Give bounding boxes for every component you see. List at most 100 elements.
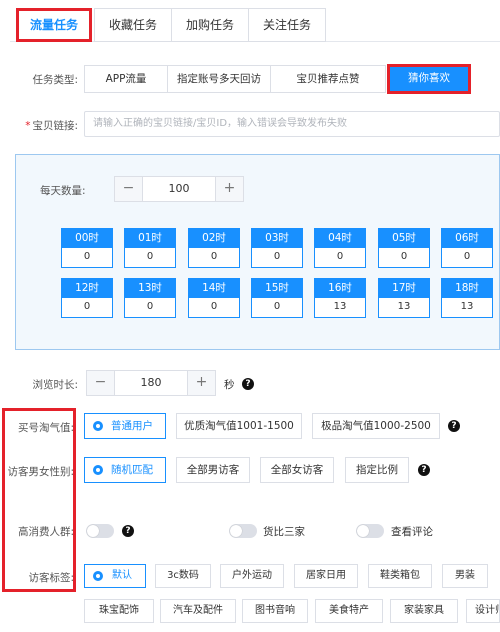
hour-slot[interactable]: 04时 0 — [314, 228, 366, 268]
browse-duration-stepper: − 180 + — [86, 370, 216, 396]
hour-value[interactable]: 0 — [124, 248, 176, 268]
visitor-tags-label: 访客标签: — [28, 572, 74, 584]
hour-slot[interactable]: 05时 0 — [378, 228, 430, 268]
tag-designer[interactable]: 设计师 — [466, 599, 500, 623]
browse-decrement-button[interactable]: − — [87, 371, 115, 395]
hour-slot[interactable]: 13时 0 — [124, 278, 176, 318]
tag-default[interactable]: 默认 — [84, 564, 146, 588]
hour-value[interactable]: 0 — [378, 248, 430, 268]
hour-label: 18时 — [441, 278, 493, 298]
tag-furniture[interactable]: 家装家具 — [390, 599, 458, 623]
tag-shoes-bags[interactable]: 鞋类箱包 — [368, 564, 432, 588]
highlight-box — [2, 408, 76, 592]
hour-slot[interactable]: 03时 0 — [251, 228, 303, 268]
hour-label: 00时 — [61, 228, 113, 248]
hour-value[interactable]: 0 — [61, 248, 113, 268]
hour-value[interactable]: 13 — [378, 298, 430, 318]
required-mark: * — [25, 120, 31, 132]
hour-slot[interactable]: 06时 0 — [441, 228, 493, 268]
taoqi-normal-user[interactable]: 普通用户 — [84, 413, 166, 439]
tab-favorite-task[interactable]: 收藏任务 — [94, 8, 172, 42]
tag-label: 默认 — [112, 570, 132, 581]
taoqi-label: 买号淘气值: — [17, 422, 74, 434]
daily-decrement-button[interactable]: − — [115, 177, 143, 201]
tag-outdoor[interactable]: 户外运动 — [220, 564, 284, 588]
task-tabs: 流量任务 收藏任务 加购任务 关注任务 — [10, 8, 500, 42]
view-comments-toggle[interactable] — [356, 524, 384, 538]
hour-value[interactable]: 13 — [314, 298, 366, 318]
daily-quantity-value[interactable]: 100 — [143, 177, 215, 201]
hour-slot[interactable]: 02时 0 — [188, 228, 240, 268]
tag-jewelry[interactable]: 珠宝配饰 — [84, 599, 154, 623]
hour-slot[interactable]: 12时 0 — [61, 278, 113, 318]
hour-label: 04时 — [314, 228, 366, 248]
task-type-app-traffic[interactable]: APP流量 — [84, 65, 168, 93]
high-consumer-label: 高消费人群: — [17, 526, 74, 538]
hour-label: 13时 — [124, 278, 176, 298]
hour-label: 14时 — [188, 278, 240, 298]
compare-toggle[interactable] — [229, 524, 257, 538]
help-icon[interactable]: ? — [418, 464, 430, 476]
hour-slot[interactable]: 15时 0 — [251, 278, 303, 318]
hour-value[interactable]: 0 — [188, 298, 240, 318]
help-icon[interactable]: ? — [242, 378, 254, 390]
taoqi-quality[interactable]: 优质淘气值1001-1500 — [176, 413, 302, 439]
hour-label: 12时 — [61, 278, 113, 298]
hour-slot[interactable]: 01时 0 — [124, 228, 176, 268]
browse-increment-button[interactable]: + — [187, 371, 215, 395]
radio-checked-icon — [93, 465, 103, 475]
item-link-label-text: 宝贝链接: — [32, 120, 78, 132]
task-type-revisit[interactable]: 指定账号多天回访 — [167, 65, 271, 93]
toggle-knob — [87, 525, 99, 537]
hour-label: 17时 — [378, 278, 430, 298]
hour-value[interactable]: 0 — [314, 248, 366, 268]
gender-random[interactable]: 随机匹配 — [84, 457, 166, 483]
tag-auto[interactable]: 汽车及配件 — [160, 599, 236, 623]
hour-slot[interactable]: 17时 13 — [378, 278, 430, 318]
daily-quantity-stepper: − 100 + — [114, 176, 244, 202]
tab-add-cart-task[interactable]: 加购任务 — [171, 8, 249, 42]
tag-menswear[interactable]: 男装 — [442, 564, 488, 588]
compare-label: 货比三家 — [263, 526, 305, 538]
browse-duration-label: 浏览时长: — [32, 379, 78, 391]
task-type-guess-you-like[interactable]: 猜你喜欢 — [387, 64, 471, 94]
tag-food[interactable]: 美食特产 — [315, 599, 383, 623]
tag-books-audio[interactable]: 图书音响 — [242, 599, 308, 623]
hour-slot[interactable]: 18时 13 — [441, 278, 493, 318]
hour-value[interactable]: 0 — [124, 298, 176, 318]
gender-label: 访客男女性别: — [7, 466, 74, 478]
high-consumer-toggle[interactable] — [86, 524, 114, 538]
tag-3c-digital[interactable]: 3c数码 — [155, 564, 211, 588]
tab-follow-task[interactable]: 关注任务 — [248, 8, 326, 42]
daily-increment-button[interactable]: + — [215, 177, 243, 201]
item-link-input[interactable]: 请输入正确的宝贝链接/宝贝ID，输入错误会导致发布失败 — [84, 111, 500, 137]
hour-label: 06时 — [441, 228, 493, 248]
hour-slot[interactable]: 16时 13 — [314, 278, 366, 318]
tag-household[interactable]: 居家日用 — [294, 564, 358, 588]
help-icon[interactable]: ? — [122, 525, 134, 537]
gender-option-label: 随机匹配 — [111, 464, 153, 476]
hour-value[interactable]: 0 — [188, 248, 240, 268]
hour-label: 15时 — [251, 278, 303, 298]
hour-value[interactable]: 0 — [441, 248, 493, 268]
radio-checked-icon — [93, 421, 103, 431]
browse-duration-value[interactable]: 180 — [115, 371, 187, 395]
task-type-recommend-like[interactable]: 宝贝推荐点赞 — [270, 65, 386, 93]
hour-slot[interactable]: 00时 0 — [61, 228, 113, 268]
taoqi-premium[interactable]: 极品淘气值1000-2500 — [312, 413, 440, 439]
hour-value[interactable]: 0 — [61, 298, 113, 318]
item-link-label: * 宝贝链接: — [0, 118, 78, 133]
gender-ratio[interactable]: 指定比例 — [345, 457, 409, 483]
hour-value[interactable]: 0 — [251, 298, 303, 318]
tab-traffic-task[interactable]: 流量任务 — [16, 8, 92, 42]
seconds-unit: 秒 — [224, 379, 235, 391]
hour-slot[interactable]: 14时 0 — [188, 278, 240, 318]
hour-label: 01时 — [124, 228, 176, 248]
hour-value[interactable]: 13 — [441, 298, 493, 318]
help-icon[interactable]: ? — [448, 420, 460, 432]
hour-label: 03时 — [251, 228, 303, 248]
hour-value[interactable]: 0 — [251, 248, 303, 268]
taoqi-option-label: 普通用户 — [111, 420, 153, 432]
gender-all-female[interactable]: 全部女访客 — [260, 457, 334, 483]
gender-all-male[interactable]: 全部男访客 — [176, 457, 250, 483]
